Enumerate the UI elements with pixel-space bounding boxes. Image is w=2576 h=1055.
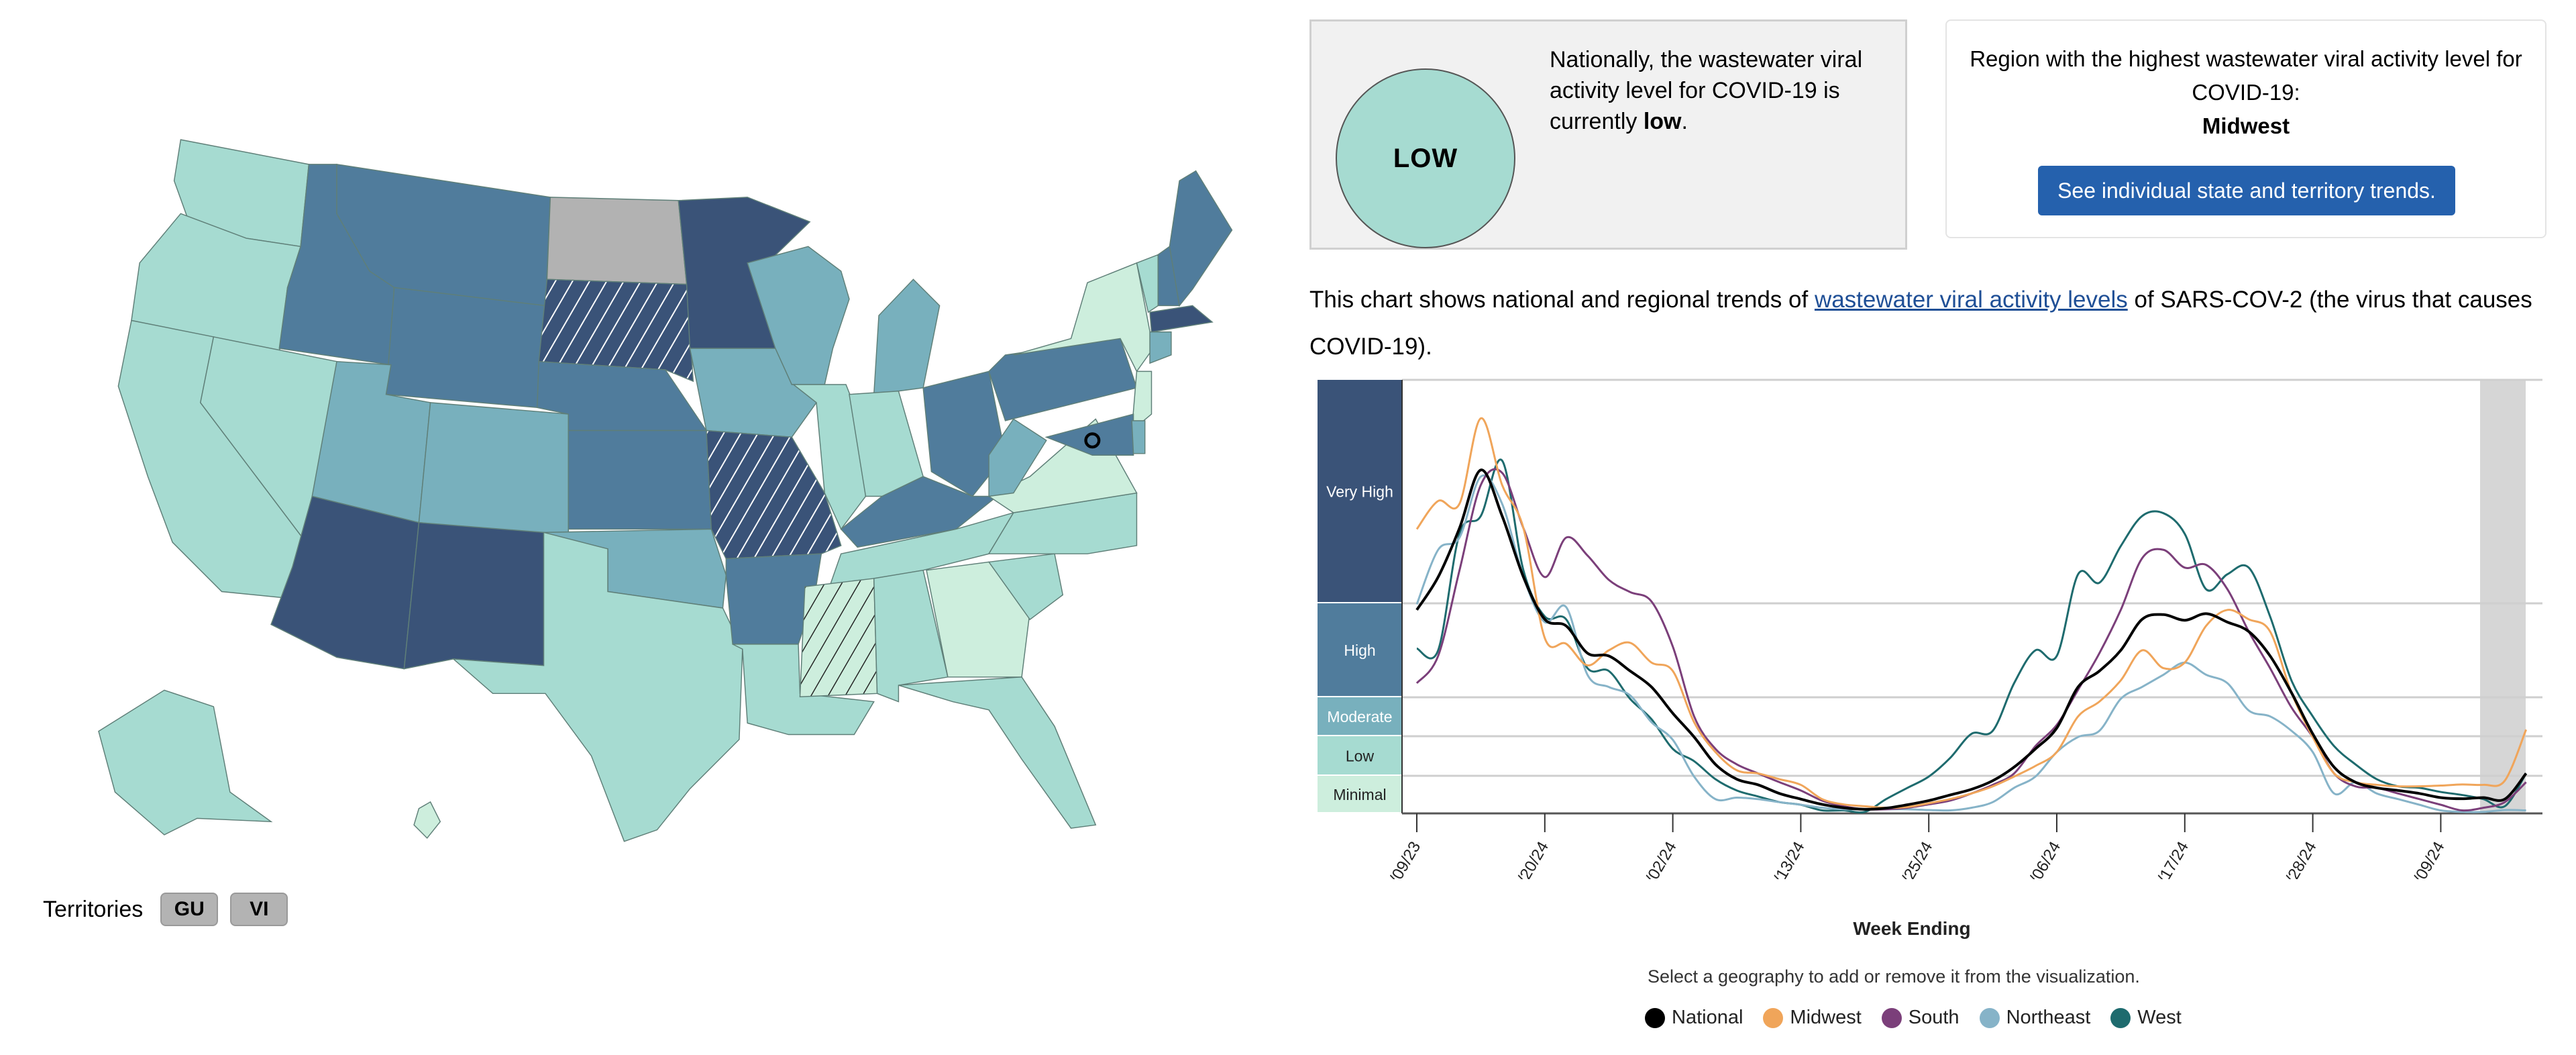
x-tick-label: 04/13/24 xyxy=(1762,839,1809,880)
territories-row: Territories GU VI xyxy=(43,893,288,926)
legend-instruction: Select a geography to add or remove it f… xyxy=(1648,966,2140,987)
state-co[interactable] xyxy=(418,402,569,538)
national-text-suffix: . xyxy=(1681,109,1688,134)
state-ak[interactable] xyxy=(98,689,273,836)
state-pa[interactable] xyxy=(988,338,1138,421)
series-line-national[interactable] xyxy=(1415,468,2528,811)
territory-button-vi[interactable]: VI xyxy=(230,893,288,926)
legend-dot-icon xyxy=(1763,1007,1784,1028)
highest-region-card: Region with the highest wastewater viral… xyxy=(1945,19,2546,238)
series-line-south[interactable] xyxy=(1415,468,2527,812)
highest-region-name: Midwest xyxy=(2202,113,2290,138)
chart-legend: National Midwest South Northeast West xyxy=(1645,1007,2182,1029)
series-line-midwest[interactable] xyxy=(1415,417,2527,809)
legend-item-west[interactable]: West xyxy=(2110,1007,2182,1029)
level-label: Moderate xyxy=(1327,708,1392,725)
trend-chart: Minimal Low Moderate High Very High 12/09/23 0… xyxy=(1318,379,2542,880)
state-nd[interactable] xyxy=(546,197,688,285)
legend-label: Midwest xyxy=(1790,1007,1862,1028)
legend-label: National xyxy=(1672,1007,1743,1028)
x-tick-label: 09/28/24 xyxy=(2273,839,2320,880)
state-hi[interactable] xyxy=(413,801,441,839)
series-line-northeast[interactable] xyxy=(1415,474,2526,813)
x-tick-label: 01/20/24 xyxy=(1505,839,1552,880)
national-level-text: Nationally, the wastewater viral activit… xyxy=(1550,44,1885,137)
level-label: Very High xyxy=(1326,483,1393,501)
chart-description: This chart shows national and regional t… xyxy=(1309,277,2557,370)
x-tick-label: 08/17/24 xyxy=(2145,839,2192,880)
x-tick-label: 11/09/24 xyxy=(2402,839,2448,880)
territories-label: Territories xyxy=(43,896,144,922)
x-tick-label: 12/09/23 xyxy=(1377,839,1424,880)
legend-dot-icon xyxy=(1881,1007,1902,1028)
legend-item-northeast[interactable]: Northeast xyxy=(1979,1007,2091,1029)
legend-item-midwest[interactable]: Midwest xyxy=(1763,1007,1862,1029)
wastewater-levels-link[interactable]: wastewater viral activity levels xyxy=(1815,287,2128,313)
series-line-west[interactable] xyxy=(1416,458,2527,814)
state-ks[interactable] xyxy=(568,430,712,530)
legend-label: Northeast xyxy=(2006,1007,2091,1028)
legend-item-national[interactable]: National xyxy=(1645,1007,1743,1029)
level-label: Minimal xyxy=(1333,786,1386,803)
level-label: High xyxy=(1344,642,1375,659)
state-mi[interactable] xyxy=(873,279,941,395)
state-fl[interactable] xyxy=(898,676,1097,829)
state-trends-button[interactable]: See individual state and territory trend… xyxy=(2038,166,2455,215)
national-text-prefix: Nationally, the wastewater viral activit… xyxy=(1550,47,1863,134)
state-nm[interactable] xyxy=(403,521,545,670)
national-level-label: LOW xyxy=(1393,143,1458,173)
national-level-indicator: LOW xyxy=(1336,68,1515,248)
state-ct[interactable] xyxy=(1149,331,1172,364)
state-de[interactable] xyxy=(1131,420,1146,454)
state-me[interactable] xyxy=(1169,170,1233,307)
state-ma[interactable] xyxy=(1149,305,1214,333)
x-tick-label: 07/06/24 xyxy=(2017,839,2064,880)
legend-dot-icon xyxy=(1979,1007,2000,1028)
legend-item-south[interactable]: South xyxy=(1881,1007,1960,1029)
territory-button-gu[interactable]: GU xyxy=(160,893,219,926)
description-prefix: This chart shows national and regional t… xyxy=(1309,287,1815,313)
level-label: Low xyxy=(1346,748,1375,765)
national-level-card: LOW Nationally, the wastewater viral act… xyxy=(1309,19,1907,250)
legend-dot-icon xyxy=(2110,1007,2131,1028)
state-wy[interactable] xyxy=(385,287,546,409)
state-ms[interactable] xyxy=(799,578,878,697)
legend-dot-icon xyxy=(1645,1007,1665,1028)
x-tick-label: 05/25/24 xyxy=(1889,839,1936,880)
x-tick-label: 03/02/24 xyxy=(1633,839,1680,880)
national-text-level: low xyxy=(1643,109,1682,134)
legend-label: West xyxy=(2137,1007,2182,1028)
highest-region-text: Region with the highest wastewater viral… xyxy=(1970,46,2522,105)
x-axis-title: Week Ending xyxy=(1853,918,1971,939)
legend-label: South xyxy=(1908,1007,1960,1028)
